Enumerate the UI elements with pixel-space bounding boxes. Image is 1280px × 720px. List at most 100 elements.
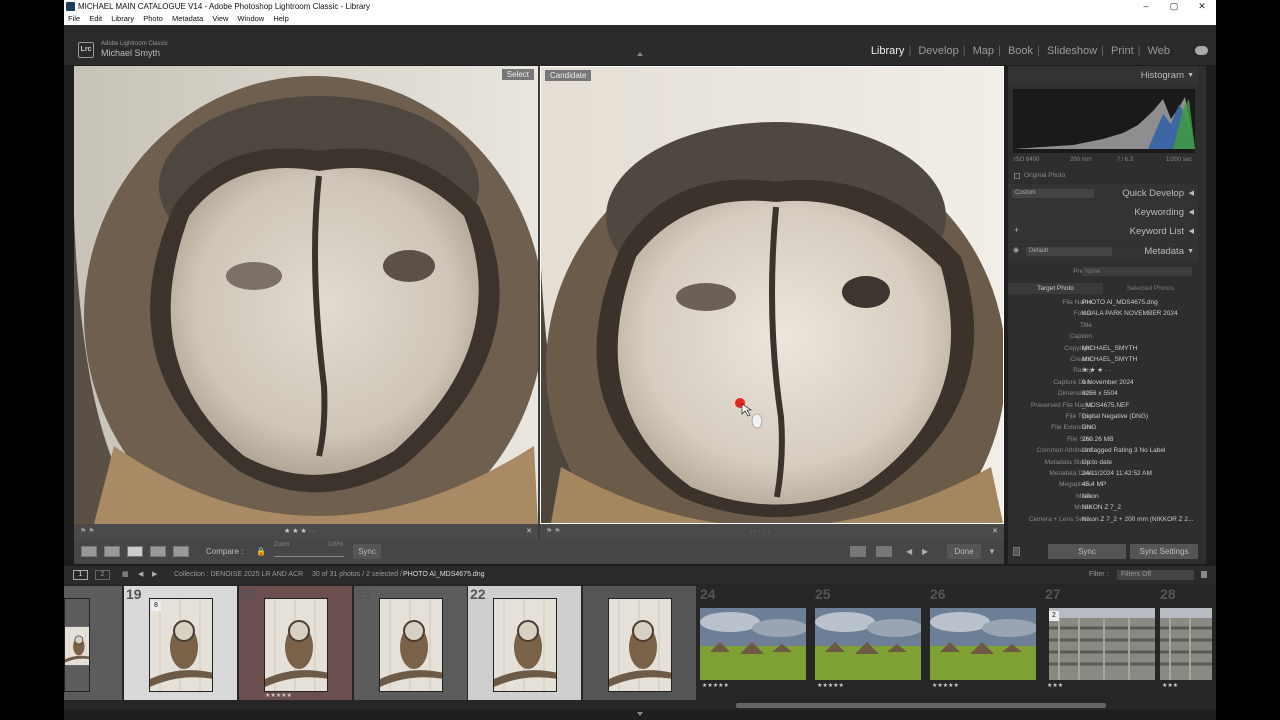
window-1-button[interactable]: 1 xyxy=(73,570,88,580)
metadata-value[interactable]: 24/11/2024 11:42:52 AM xyxy=(1082,468,1152,479)
sync-zoom-button[interactable]: Sync xyxy=(353,544,381,559)
metadata-value[interactable]: Nikon xyxy=(1082,491,1099,502)
flag-icon[interactable]: ⚑ ⚑ xyxy=(80,524,95,539)
filmstrip-thumbnail[interactable]: 20 ★★★★★ xyxy=(239,586,352,700)
zoom-slider[interactable] xyxy=(274,556,344,557)
candidate-photo-pane[interactable]: Candidate xyxy=(540,66,1004,524)
module-library[interactable]: Library xyxy=(871,45,905,57)
filter-select[interactable]: Filters Off xyxy=(1117,570,1194,580)
menu-window[interactable]: Window xyxy=(238,13,265,25)
menu-metadata[interactable]: Metadata xyxy=(172,13,203,25)
metadata-row: Folder KOALA PARK NOVEMBER 2024 xyxy=(1008,308,1198,319)
menu-library[interactable]: Library xyxy=(111,13,134,25)
histogram-header[interactable]: Histogram ▼ xyxy=(1008,66,1198,85)
keywording-header[interactable]: Keywording ◀ xyxy=(1008,203,1198,222)
filmstrip-thumbnail[interactable]: 26 ★★★★★ xyxy=(928,586,1041,700)
prev-arrow-icon[interactable]: ◀ xyxy=(906,539,912,564)
module-map[interactable]: Map xyxy=(973,45,994,57)
metadata-value[interactable]: MICHAEL_SMYTH xyxy=(1082,343,1137,354)
candidate-rating[interactable]: · · · · · xyxy=(750,524,769,539)
close-button[interactable]: ✕ xyxy=(1188,0,1216,13)
add-keyword-icon[interactable]: + xyxy=(1014,225,1019,235)
select-photo-pane[interactable]: Select xyxy=(74,66,538,524)
metadata-key: Title xyxy=(1079,321,1092,329)
menu-photo[interactable]: Photo xyxy=(143,13,163,25)
metadata-value[interactable]: MICHAEL_SMYTH xyxy=(1082,354,1137,365)
flag-icon[interactable]: ⚑ ⚑ xyxy=(546,524,561,539)
keyword-list-header[interactable]: Keyword List ◀ xyxy=(1008,222,1198,241)
metadata-value[interactable]: NIKON Z 7_2 xyxy=(1082,502,1121,513)
tab-target-photo[interactable]: Target Photo xyxy=(1008,283,1103,294)
filter-label: Filter : xyxy=(1089,571,1109,578)
grid-view-icon[interactable] xyxy=(81,546,97,557)
loupe-view-icon[interactable] xyxy=(104,546,120,557)
sync-settings-button[interactable]: Sync Settings xyxy=(1130,544,1198,559)
auto-sync-toggle[interactable] xyxy=(1013,547,1020,556)
metadata-value[interactable]: 45.4 MP xyxy=(1082,479,1106,490)
menu-help[interactable]: Help xyxy=(273,13,288,25)
module-book[interactable]: Book xyxy=(1008,45,1033,57)
minimize-button[interactable]: – xyxy=(1132,0,1160,13)
filmstrip-thumbnail[interactable]: 22 ★★★ xyxy=(468,586,581,700)
filmstrip-thumbnail[interactable]: 25 ★★★★★ xyxy=(813,586,926,700)
module-print[interactable]: Print xyxy=(1111,45,1134,57)
lock-icon[interactable]: 🔒 xyxy=(256,539,266,564)
forward-arrow-icon[interactable]: ▶ xyxy=(152,566,157,584)
maximize-button[interactable]: ▢ xyxy=(1160,0,1188,13)
people-view-icon[interactable] xyxy=(173,546,189,557)
stack-count-badge[interactable]: 2 xyxy=(1049,611,1059,621)
filmstrip-thumbnail[interactable]: 21 xyxy=(354,586,467,700)
stack-count-badge[interactable]: 8 xyxy=(151,601,161,611)
metadata-preset-select[interactable]: Default xyxy=(1026,247,1112,256)
back-arrow-icon[interactable]: ◀ xyxy=(138,566,143,584)
metadata-value[interactable]: Digital Negative (DNG) xyxy=(1082,411,1148,422)
collection-path[interactable]: Collection : DENOISE 2025 LR AND ACR xyxy=(174,566,303,584)
collapse-top-arrow-icon[interactable] xyxy=(637,52,643,56)
metadata-value[interactable]: 260.26 MB xyxy=(1082,434,1113,445)
menu-view[interactable]: View xyxy=(212,13,228,25)
filmstrip-thumbnail[interactable] xyxy=(64,586,122,700)
metadata-value[interactable]: 8256 x 5504 xyxy=(1082,388,1118,399)
original-photo-checkbox[interactable] xyxy=(1014,173,1020,179)
module-develop[interactable]: Develop xyxy=(918,45,958,57)
sync-metadata-button[interactable]: Sync xyxy=(1048,544,1126,559)
tab-selected-photos[interactable]: Selected Photos xyxy=(1103,283,1198,294)
metadata-value[interactable]: Nikon Z 7_2 + 200 mm (NIKKOR Z 2... xyxy=(1082,514,1193,525)
close-select-icon[interactable]: ✕ xyxy=(526,524,532,539)
metadata-value[interactable]: DNG xyxy=(1082,422,1096,433)
survey-view-icon[interactable] xyxy=(150,546,166,557)
metadata-value[interactable]: ★ ★ ★ · · xyxy=(1082,365,1111,376)
menu-file[interactable]: File xyxy=(68,13,80,25)
close-candidate-icon[interactable]: ✕ xyxy=(992,524,998,539)
compare-view-icon[interactable] xyxy=(127,546,143,557)
collapse-bottom-arrow-icon[interactable] xyxy=(637,712,643,716)
filmstrip-thumbnail[interactable]: 27 2 ★★★ xyxy=(1043,586,1156,700)
filmstrip-scrollbar[interactable] xyxy=(736,703,1106,708)
toolbar-menu-icon[interactable]: ▼ xyxy=(988,539,996,564)
metadata-preset-value[interactable]: None xyxy=(1082,267,1192,276)
metadata-value[interactable]: _MDS4675.NEF xyxy=(1082,400,1129,411)
metadata-value[interactable]: Unflagged Rating 3 No Label xyxy=(1082,445,1165,456)
metadata-value[interactable]: Up to date xyxy=(1082,457,1112,468)
metadata-value[interactable]: PHOTO AI_MDS4675.dng xyxy=(1082,297,1158,308)
window-2-button[interactable]: 2 xyxy=(95,570,110,580)
make-select-icon[interactable] xyxy=(876,546,892,557)
filmstrip-thumbnail[interactable]: 28 ★★★ xyxy=(1158,586,1216,700)
cloud-icon[interactable] xyxy=(1195,46,1208,55)
metadata-value[interactable]: KOALA PARK NOVEMBER 2024 xyxy=(1082,308,1178,319)
done-button[interactable]: Done xyxy=(947,544,981,559)
swap-icon[interactable] xyxy=(850,546,866,557)
metadata-value[interactable]: 6 November 2024 xyxy=(1082,377,1134,388)
eye-icon[interactable]: ◉ xyxy=(1013,246,1019,254)
module-web[interactable]: Web xyxy=(1148,45,1170,57)
filmstrip-thumbnail[interactable]: 24 ★★★★★ xyxy=(698,586,811,700)
module-slideshow[interactable]: Slideshow xyxy=(1047,45,1097,57)
filmstrip-thumbnail[interactable]: 23 xyxy=(583,586,696,700)
filmstrip-thumbnail[interactable]: 19 8 xyxy=(124,586,237,700)
menu-edit[interactable]: Edit xyxy=(89,13,102,25)
current-filename[interactable]: PHOTO AI_MDS4675.dng xyxy=(403,566,485,584)
grid-icon[interactable]: ▦ xyxy=(122,566,129,584)
next-arrow-icon[interactable]: ▶ xyxy=(922,539,928,564)
quick-develop-preset[interactable]: Custom xyxy=(1012,189,1094,198)
filter-lock-icon[interactable] xyxy=(1201,571,1207,578)
